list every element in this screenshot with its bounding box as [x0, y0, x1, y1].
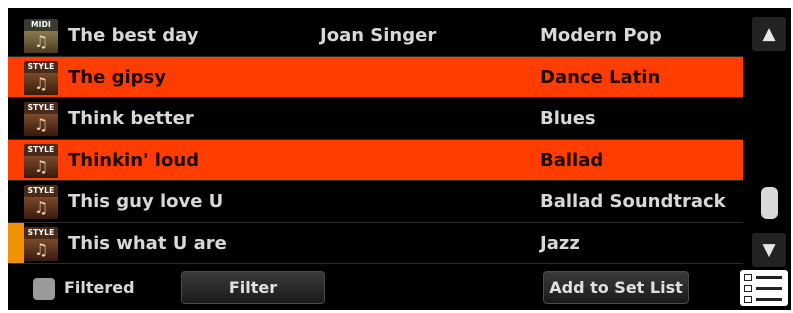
song-genre: Ballad Soundtrack: [540, 191, 726, 212]
filter-button[interactable]: Filter: [181, 271, 325, 304]
type-badge: STYLE: [27, 103, 55, 112]
song-book-panel: MIDI ♫ The best day Joan Singer Modern Pop ST…: [8, 8, 791, 310]
song-title: Think better: [68, 108, 194, 129]
style-icon: STYLE ♫: [24, 102, 58, 136]
type-badge: STYLE: [27, 144, 55, 154]
music-note-icon: ♫: [24, 238, 58, 261]
bottom-bar: Filtered Filter Add to Set List: [8, 266, 791, 310]
song-genre: Blues: [540, 108, 596, 129]
music-note-icon: ♫: [24, 114, 58, 136]
music-note-icon: ♫: [24, 72, 58, 95]
midi-song-icon: MIDI ♫: [24, 19, 58, 53]
add-to-set-list-button[interactable]: Add to Set List: [543, 271, 689, 304]
song-genre: Ballad: [540, 149, 604, 171]
list-item[interactable]: STYLE ♫ The gipsy Dance Latin: [8, 56, 743, 98]
song-title: The best day: [68, 25, 199, 46]
song-title: The gipsy: [68, 66, 166, 88]
type-badge: STYLE: [27, 186, 55, 195]
scrollbar-thumb[interactable]: [761, 187, 778, 219]
song-title: Thinkin' loud: [68, 149, 200, 171]
scroll-down-button[interactable]: ▼: [752, 233, 786, 267]
list-item[interactable]: STYLE ♫ Think better Blues: [8, 98, 743, 140]
music-note-icon: ♫: [24, 155, 58, 178]
style-icon: STYLE ♫: [24, 60, 58, 95]
style-icon: STYLE ♫: [24, 185, 58, 219]
type-badge: STYLE: [27, 227, 55, 237]
style-icon: STYLE ♫: [24, 226, 58, 261]
song-genre: Jazz: [540, 232, 580, 254]
music-note-icon: ♫: [24, 31, 58, 53]
song-genre: Dance Latin: [540, 66, 661, 88]
song-list: MIDI ♫ The best day Joan Singer Modern Pop ST…: [8, 15, 743, 264]
song-title: This guy love U: [68, 191, 224, 212]
type-badge: STYLE: [27, 61, 55, 71]
list-item[interactable]: STYLE ♫ Thinkin' loud Ballad: [8, 139, 743, 181]
music-note-icon: ♫: [24, 197, 58, 219]
song-title: This what U are: [68, 232, 227, 254]
type-badge: MIDI: [30, 20, 52, 29]
filtered-label: Filtered: [64, 278, 135, 297]
checklist-menu-icon[interactable]: [740, 270, 788, 306]
scroll-up-button[interactable]: ▲: [752, 17, 786, 51]
song-artist: Joan Singer: [320, 25, 437, 46]
song-genre: Modern Pop: [540, 25, 662, 46]
list-item[interactable]: STYLE ♫ This what U are Jazz: [8, 222, 743, 264]
filtered-checkbox[interactable]: [33, 278, 55, 300]
scrollbar[interactable]: ▲ ▼: [748, 15, 788, 267]
style-icon: STYLE ♫: [24, 143, 58, 178]
current-song-marker: [8, 222, 24, 263]
list-item[interactable]: STYLE ♫ This guy love U Ballad Soundtrack: [8, 181, 743, 223]
list-item[interactable]: MIDI ♫ The best day Joan Singer Modern Pop: [8, 15, 743, 57]
